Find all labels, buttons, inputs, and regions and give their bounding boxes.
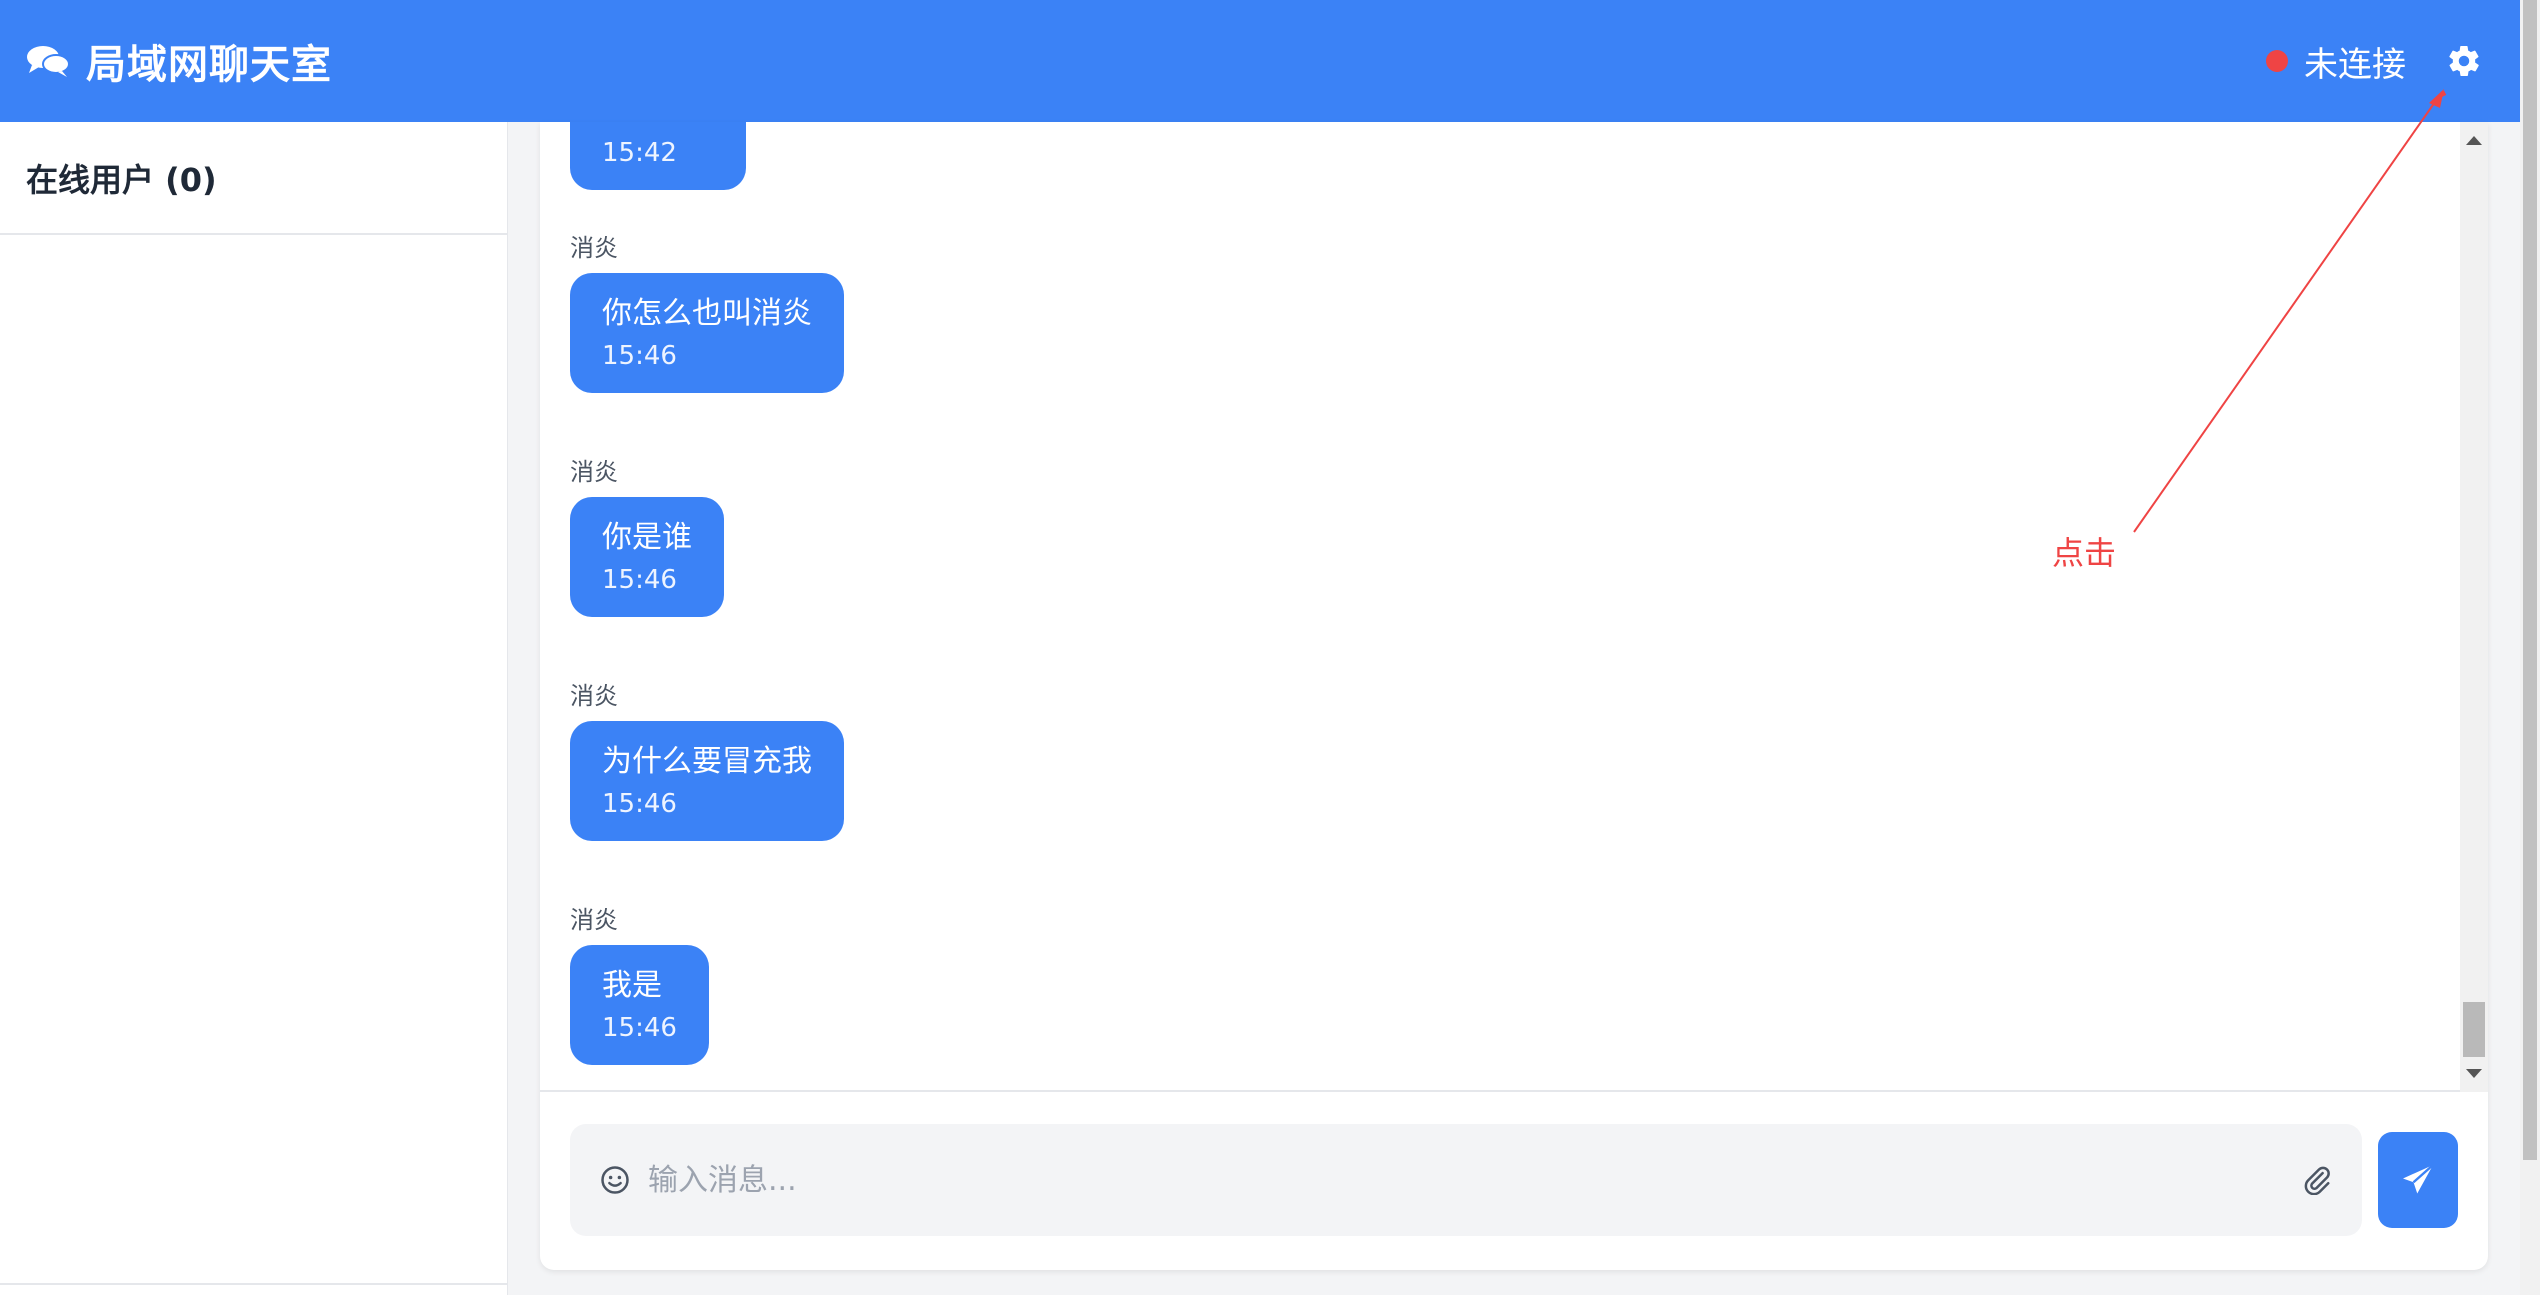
- sidebar-divider: [0, 1283, 507, 1285]
- window-scrollbar-thumb[interactable]: [2523, 0, 2537, 1160]
- status-text: 未连接: [2304, 44, 2406, 85]
- message-item: 消炎 你是谁 15:46: [570, 452, 724, 617]
- brand: 局域网聊天室: [26, 32, 332, 90]
- composer: [570, 1124, 2458, 1236]
- paper-plane-icon: [2400, 1162, 2436, 1198]
- message-bubble: 为什么要冒充我 15:46: [570, 721, 844, 841]
- message-bubble: 你怎么也叫消炎 15:46: [570, 273, 844, 393]
- message-bubble: 你是谁 15:46: [570, 497, 724, 617]
- chat-bubbles-icon: [26, 43, 70, 79]
- message-time: 15:46: [602, 341, 677, 371]
- message-item: 15:42: [570, 122, 746, 190]
- message-text: 为什么要冒充我: [602, 744, 812, 779]
- message-text: 你怎么也叫消炎: [602, 296, 812, 331]
- annotation-text: 点击: [2052, 534, 2117, 572]
- chat-panel: 15:42 消炎 你怎么也叫消炎 15:46 消炎 你是谁 15:46 消炎 为…: [540, 122, 2488, 1270]
- message-time: 15:46: [602, 565, 677, 595]
- message-bubble: 我是 15:46: [570, 945, 709, 1065]
- message-list[interactable]: 15:42 消炎 你怎么也叫消炎 15:46 消炎 你是谁 15:46 消炎 为…: [540, 122, 2488, 1092]
- message-item: 消炎 你怎么也叫消炎 15:46: [570, 228, 844, 393]
- message-bubble: 15:42: [570, 122, 746, 190]
- message-time: 15:46: [602, 789, 677, 819]
- online-users-sidebar: 在线用户 (0): [0, 122, 508, 1295]
- online-users-title: 在线用户 (0): [26, 160, 217, 199]
- scroll-down-icon[interactable]: [2466, 1069, 2482, 1078]
- scroll-up-icon[interactable]: [2466, 136, 2482, 145]
- message-list-scrollbar-thumb[interactable]: [2463, 1002, 2485, 1057]
- message-text: 我是: [602, 968, 662, 1003]
- message-sender: 消炎: [570, 458, 618, 486]
- app-header: 局域网聊天室 未连接: [0, 0, 2520, 122]
- smile-icon[interactable]: [600, 1165, 630, 1195]
- window-scrollbar[interactable]: [2520, 0, 2540, 1295]
- composer-input-wrap: [570, 1124, 2362, 1236]
- send-button[interactable]: [2378, 1132, 2458, 1228]
- message-sender: 消炎: [570, 682, 618, 710]
- message-input[interactable]: [648, 1162, 2284, 1198]
- message-text: 你是谁: [602, 520, 692, 555]
- message-time: 15:46: [602, 1013, 677, 1043]
- gear-icon[interactable]: [2446, 43, 2482, 79]
- status-dot-icon: [2266, 50, 2288, 72]
- paperclip-icon[interactable]: [2302, 1165, 2332, 1195]
- message-sender: 消炎: [570, 234, 618, 262]
- message-list-scrollbar[interactable]: [2460, 122, 2488, 1092]
- connection-status: 未连接: [2266, 37, 2406, 86]
- message-item: 消炎 我是 15:46: [570, 900, 709, 1065]
- sidebar-header: 在线用户 (0): [0, 122, 507, 235]
- message-item: 消炎 为什么要冒充我 15:46: [570, 676, 844, 841]
- app-title: 局域网聊天室: [86, 42, 332, 88]
- message-sender: 消炎: [570, 906, 618, 934]
- message-time: 15:42: [602, 138, 677, 168]
- app-root: 局域网聊天室 未连接 在线用户 (0) 15:42 消炎 你怎么也叫消炎 15:…: [0, 0, 2540, 1295]
- header-actions: 未连接: [2266, 37, 2482, 86]
